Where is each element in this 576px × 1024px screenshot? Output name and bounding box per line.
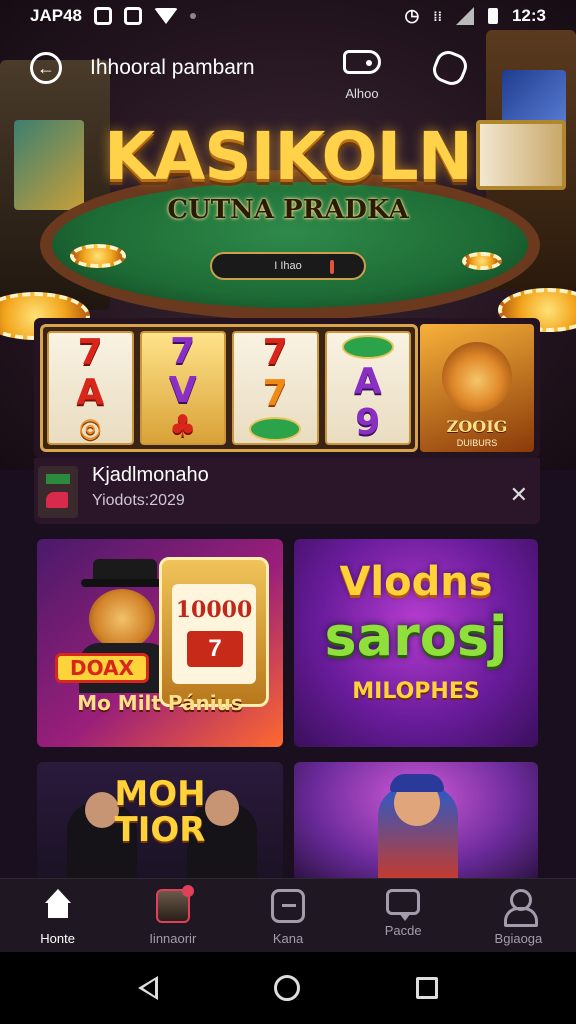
game-tile[interactable]: 10000 7 DOAX Mo Milt Pánius <box>37 539 283 747</box>
system-navigation <box>0 952 576 1024</box>
info-title: Kjadlmonaho <box>92 464 209 486</box>
status-time: 12:3 <box>511 6 546 25</box>
home-icon <box>41 889 75 923</box>
chat-icon <box>386 889 421 921</box>
system-recents-icon[interactable] <box>416 977 438 999</box>
reel-1: 7 A ◎ <box>47 331 134 445</box>
nav-item-chat[interactable]: Pacde <box>346 879 461 952</box>
status-carrier: JAP48 <box>30 6 82 25</box>
reel-symbol: 7 <box>262 332 288 374</box>
alarm-icon: ◷ <box>404 6 420 25</box>
nav-item-games[interactable]: Kana <box>230 879 345 952</box>
reel-3: 7 7 <box>232 331 319 445</box>
nav-label: Pacde <box>384 923 422 938</box>
avatar-icon <box>155 885 194 923</box>
reel-symbol: ◎ <box>78 413 102 443</box>
game-tile[interactable]: MOH TIOR <box>37 762 283 882</box>
lion-game-tile[interactable]: ZOOIG DUIBURS <box>420 324 534 452</box>
seven-symbol: 7 <box>187 631 243 667</box>
status-bar: JAP48 ◷ ⁞⁞ 12:3 <box>0 0 576 32</box>
battery-icon <box>487 8 498 24</box>
game-icon <box>271 889 305 923</box>
reel-symbol: 7 <box>262 372 288 414</box>
jackpot-value: 10000 <box>175 597 253 623</box>
reel-symbol: A <box>76 372 105 413</box>
info-subtitle: Yiodots:2029 <box>92 492 185 509</box>
featured-slot-banner[interactable]: 7 A ◎ 7 V ♣ 7 7 A 9 ZOOIG DUIBURS <box>34 318 540 458</box>
nav-label: Honte <box>40 931 75 946</box>
game-badge: DOAX <box>55 653 149 683</box>
chip-icon <box>462 252 502 270</box>
app-info-row[interactable]: Kjadlmonaho Yiodots:2029 ✕ <box>34 458 540 524</box>
game-title-line1: Vlodns <box>339 559 493 605</box>
settings-button[interactable] <box>429 47 471 89</box>
slot-reels: 7 A ◎ 7 V ♣ 7 7 A 9 <box>40 324 418 452</box>
lion-face <box>89 589 155 649</box>
close-icon[interactable]: ✕ <box>510 482 528 508</box>
reel-symbol: 7 <box>77 332 103 373</box>
vibrate-icon: ⁞⁞ <box>433 8 442 24</box>
game-tile[interactable] <box>294 762 538 882</box>
chip-icon <box>70 244 126 268</box>
reel-2: 7 V ♣ <box>139 331 226 445</box>
bottom-navigation: Honte Iinnaorir Kana Pacde Bgiaoga <box>0 878 576 952</box>
nav-label: Kana <box>272 931 304 946</box>
game-title-line2: sarosj <box>324 605 508 668</box>
table-progress-bar: I Ihao <box>210 252 366 280</box>
signal-icon <box>455 7 474 25</box>
nav-label: Iinnaorir <box>149 931 197 946</box>
dot-icon <box>189 13 196 19</box>
cap-icon <box>390 774 444 792</box>
app-notification-icon <box>123 7 142 25</box>
nav-item-home[interactable]: Honte <box>0 879 115 952</box>
reel-4: A 9 <box>324 331 411 445</box>
notification-icon <box>93 7 112 25</box>
hat-icon <box>81 559 169 587</box>
wifi-icon <box>153 8 178 24</box>
reel-symbol: V <box>168 369 197 411</box>
tag-icon <box>343 50 381 74</box>
system-home-icon[interactable] <box>274 975 300 1001</box>
reel-symbol: 7 <box>170 331 196 373</box>
nav-item-profile[interactable]: Bgiaoga <box>461 879 576 952</box>
nav-label: Bgiaoga <box>494 931 543 946</box>
game-title-line3: MILOPHES <box>352 679 480 704</box>
reel-symbol-green <box>249 416 302 441</box>
back-button[interactable]: ← <box>30 52 62 84</box>
reel-symbol: A <box>353 360 382 402</box>
game-tile[interactable]: Vlodns sarosj MILOPHES <box>294 539 538 747</box>
app-thumbnail <box>38 466 78 518</box>
top-navigation: ← Ihhooral pambarn Alhoo <box>0 46 576 101</box>
arrow-left-icon: ← <box>37 57 55 78</box>
reel-symbol: ♣ <box>169 408 197 444</box>
game-title: MOH TIOR <box>114 774 206 850</box>
reel-symbol-green <box>341 335 394 360</box>
reel-symbol: 9 <box>355 401 381 443</box>
system-back-icon[interactable] <box>138 976 158 1000</box>
profile-icon <box>501 889 539 927</box>
lion-tile-subtitle: DUIBURS <box>456 438 498 448</box>
page-title: Ihhooral pambarn <box>90 56 255 79</box>
hero-logo-subtitle: CUTNA PRADKA <box>167 195 409 225</box>
lion-image <box>442 342 512 412</box>
game-caption: Mo Milt Pánius <box>77 691 243 715</box>
tag-label: Alhoo <box>345 86 379 101</box>
nav-item-avatar[interactable]: Iinnaorir <box>115 879 230 952</box>
tag-button[interactable]: Alhoo <box>340 50 384 106</box>
lion-tile-title: ZOOIG <box>446 417 508 436</box>
hero-logo-title: KASIKOLN <box>104 118 473 195</box>
